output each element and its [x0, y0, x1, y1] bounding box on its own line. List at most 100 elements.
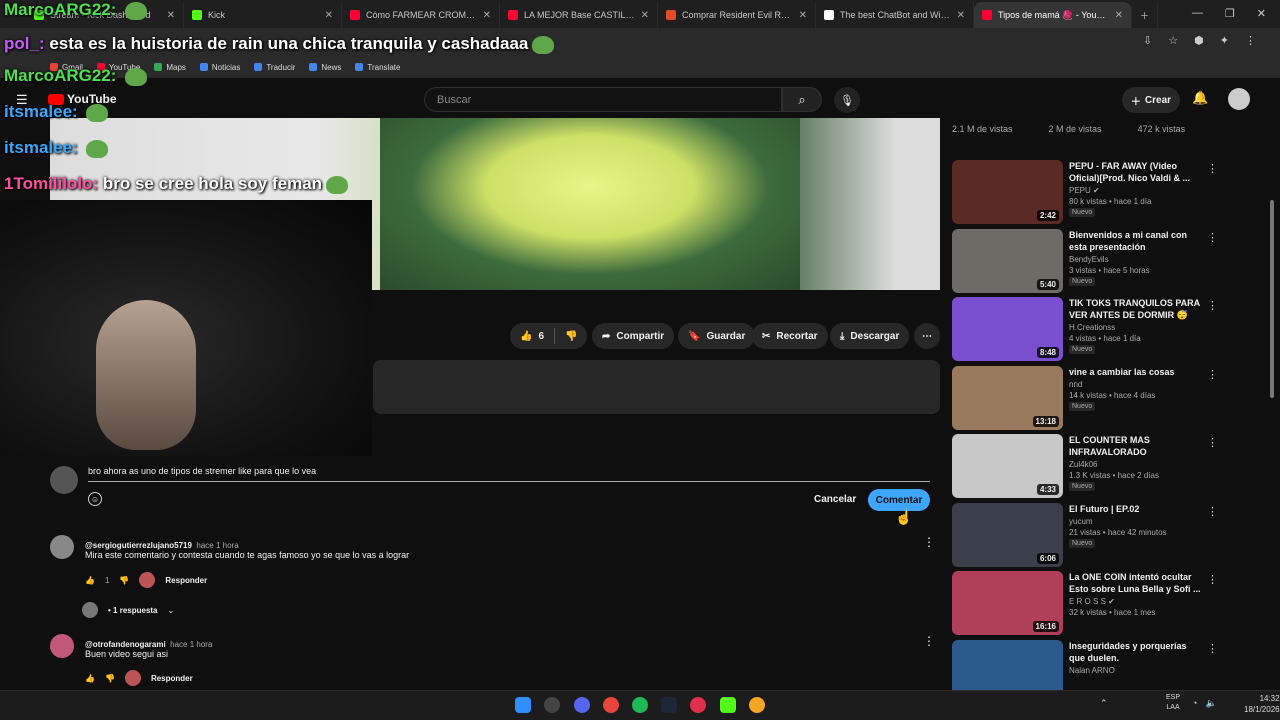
account-avatar[interactable]	[1228, 88, 1250, 110]
video-thumbnail[interactable]: 16:16	[952, 571, 1063, 635]
new-tab-icon[interactable]: ＋	[1132, 2, 1158, 28]
app-icon[interactable]	[749, 697, 765, 713]
channel-name[interactable]: BendyEvils	[1069, 255, 1204, 264]
close-tab-icon[interactable]: ✕	[799, 10, 807, 21]
video-thumbnail[interactable]: 13:18	[952, 365, 1063, 430]
tray-chevron-icon[interactable]: ⌃	[1100, 698, 1108, 709]
close-tab-icon[interactable]: ✕	[483, 10, 491, 21]
comment-author[interactable]: @otrofandenogarami	[85, 640, 166, 649]
close-tab-icon[interactable]: ✕	[167, 10, 175, 21]
thumbs-down-icon[interactable]: 👎	[565, 331, 577, 342]
bookmark-item[interactable]: News	[309, 63, 341, 72]
video-title[interactable]: TIK TOKS TRANQUILOS PARA VER ANTES DE DO…	[1069, 297, 1204, 321]
comment-author[interactable]: @sergiogutierrezlujano5719	[85, 541, 192, 550]
close-tab-icon[interactable]: ✕	[325, 10, 333, 21]
video-menu-icon[interactable]: ⋮	[1207, 162, 1218, 175]
thumbs-up-icon[interactable]: 👍	[85, 576, 95, 585]
channel-name[interactable]: Nalan ARNO	[1069, 666, 1204, 675]
channel-name[interactable]: Zul4k06	[1069, 460, 1204, 469]
thumbs-down-icon[interactable]: 👎	[119, 576, 129, 585]
taskbar-clock[interactable]: 14:32 18/1/2026	[1244, 693, 1280, 715]
channel-name[interactable]: E R O S S ✔	[1069, 597, 1204, 606]
minimize-icon[interactable]: —	[1192, 7, 1203, 20]
thumbs-down-icon[interactable]: 👎	[105, 674, 115, 683]
video-menu-icon[interactable]: ⋮	[1207, 299, 1218, 312]
browser-tab[interactable]: LA MEJOR Base CASTILLO para ✕	[500, 2, 658, 28]
video-menu-icon[interactable]: ⋮	[1207, 436, 1218, 449]
like-button[interactable]: 👍 6 👎	[510, 323, 588, 349]
notifications-bell-icon[interactable]: 🔔	[1192, 90, 1208, 106]
video-thumbnail[interactable]: 4:33	[952, 434, 1063, 498]
recommended-video[interactable]: 5:40 Bienvenidos a mi canal con esta pres…	[952, 228, 1222, 293]
bookmark-item[interactable]: Maps	[154, 63, 186, 72]
video-title[interactable]: Bienvenidos a mi canal con esta presenta…	[1069, 229, 1204, 253]
comment-menu-icon[interactable]: ⋮	[923, 535, 935, 549]
app-icon[interactable]	[544, 697, 560, 713]
more-actions-button[interactable]: ⋯	[914, 323, 940, 349]
reply-button[interactable]: Responder	[165, 576, 207, 585]
chrome-icon[interactable]	[603, 697, 619, 713]
comment-time[interactable]: hace 1 hora	[170, 640, 212, 649]
browser-tab[interactable]: Kick ✕	[184, 2, 342, 28]
channel-name[interactable]: H.Creationss	[1069, 323, 1204, 332]
search-input[interactable]: Buscar	[424, 87, 782, 112]
recommended-video[interactable]: 8:48 TIK TOKS TRANQUILOS PARA VER ANTES D…	[952, 297, 1222, 361]
steam-icon[interactable]	[661, 697, 677, 713]
video-thumbnail[interactable]: 2:42	[952, 160, 1063, 224]
video-menu-icon[interactable]: ⋮	[1207, 505, 1218, 518]
windows-start-icon[interactable]	[515, 697, 531, 713]
volume-icon[interactable]: 🔈	[1205, 698, 1216, 709]
save-button[interactable]: 🔖 Guardar	[678, 323, 756, 349]
close-tab-icon[interactable]: ✕	[641, 10, 649, 21]
reply-button[interactable]: Responder	[151, 674, 193, 683]
video-title[interactable]: Inseguridades y porquerías que duelen.	[1069, 640, 1204, 664]
download-button[interactable]: ⤓ Descargar	[830, 323, 910, 349]
channel-name[interactable]: nnd	[1069, 380, 1204, 389]
video-menu-icon[interactable]: ⋮	[1207, 231, 1218, 244]
install-icon[interactable]: ⇩	[1143, 34, 1152, 47]
share-button[interactable]: ➦ Compartir	[592, 323, 675, 349]
browser-tab[interactable]: Tipos de mamá 🧶 - YouTube ✕	[974, 2, 1132, 28]
voice-search-button[interactable]: 🎙	[834, 87, 860, 113]
video-title[interactable]: vine a cambiar las cosas	[1069, 366, 1204, 378]
video-thumbnail[interactable]: 8:48	[952, 297, 1063, 361]
view-replies-button[interactable]: • 1 respuesta ⌄	[82, 602, 174, 618]
channel-name[interactable]: yucum	[1069, 517, 1204, 526]
cancel-button[interactable]: Cancelar	[808, 489, 862, 510]
recommended-video[interactable]: 6:06 El Futuro | EP.02 yucum 21 vistas • ha…	[952, 502, 1222, 567]
close-tab-icon[interactable]: ✕	[1115, 10, 1123, 21]
recommended-video[interactable]: 16:16 La ONE COIN intentó ocultar Esto so…	[952, 571, 1222, 635]
close-window-icon[interactable]: ✕	[1257, 7, 1266, 20]
app-icon[interactable]	[690, 697, 706, 713]
recommended-video[interactable]: 4:33 EL COUNTER MAS INFRAVALORADO Zul4k06 1…	[952, 434, 1222, 498]
bookmark-item[interactable]: Noticias	[199, 63, 240, 72]
video-menu-icon[interactable]: ⋮	[1207, 573, 1218, 586]
video-title[interactable]: PEPU - FAR AWAY (Video Oficial)[Prod. Ni…	[1069, 160, 1204, 184]
discord-icon[interactable]	[574, 697, 590, 713]
video-thumbnail[interactable]: 5:40	[952, 228, 1063, 293]
bookmark-star-icon[interactable]: ☆	[1168, 34, 1178, 47]
clip-button[interactable]: ✂ Recortar	[752, 323, 828, 349]
search-button[interactable]: ⌕	[782, 87, 822, 112]
wifi-icon[interactable]: ◔	[1192, 698, 1197, 709]
description-box[interactable]	[373, 360, 940, 414]
video-title[interactable]: EL COUNTER MAS INFRAVALORADO	[1069, 434, 1204, 458]
video-title[interactable]: La ONE COIN intentó ocultar Esto sobre L…	[1069, 571, 1204, 595]
channel-name[interactable]: PEPU ✔	[1069, 186, 1204, 195]
comment-time[interactable]: hace 1 hora	[196, 541, 238, 550]
kick-icon[interactable]	[720, 697, 736, 713]
restore-icon[interactable]: ❐	[1225, 7, 1235, 20]
emoji-icon[interactable]: ☺	[88, 492, 102, 506]
bookmark-item[interactable]: Traducir	[254, 63, 295, 72]
sidebar-scrollbar[interactable]	[1270, 200, 1274, 398]
thumbs-up-icon[interactable]: 👍	[85, 674, 95, 683]
bookmark-item[interactable]: Translate	[355, 63, 400, 72]
recommended-video[interactable]: 2:42 PEPU - FAR AWAY (Video Oficial)[Prod…	[952, 160, 1222, 224]
browser-tab[interactable]: The best ChatBot and Widgets ✕	[816, 2, 974, 28]
video-menu-icon[interactable]: ⋮	[1207, 368, 1218, 381]
browser-tab[interactable]: Comprar Resident Evil Requiem ✕	[658, 2, 816, 28]
comment-menu-icon[interactable]: ⋮	[923, 634, 935, 648]
language-indicator[interactable]: ESP LAA	[1166, 693, 1180, 713]
close-tab-icon[interactable]: ✕	[957, 10, 965, 21]
video-thumbnail[interactable]: 6:06	[952, 502, 1063, 567]
